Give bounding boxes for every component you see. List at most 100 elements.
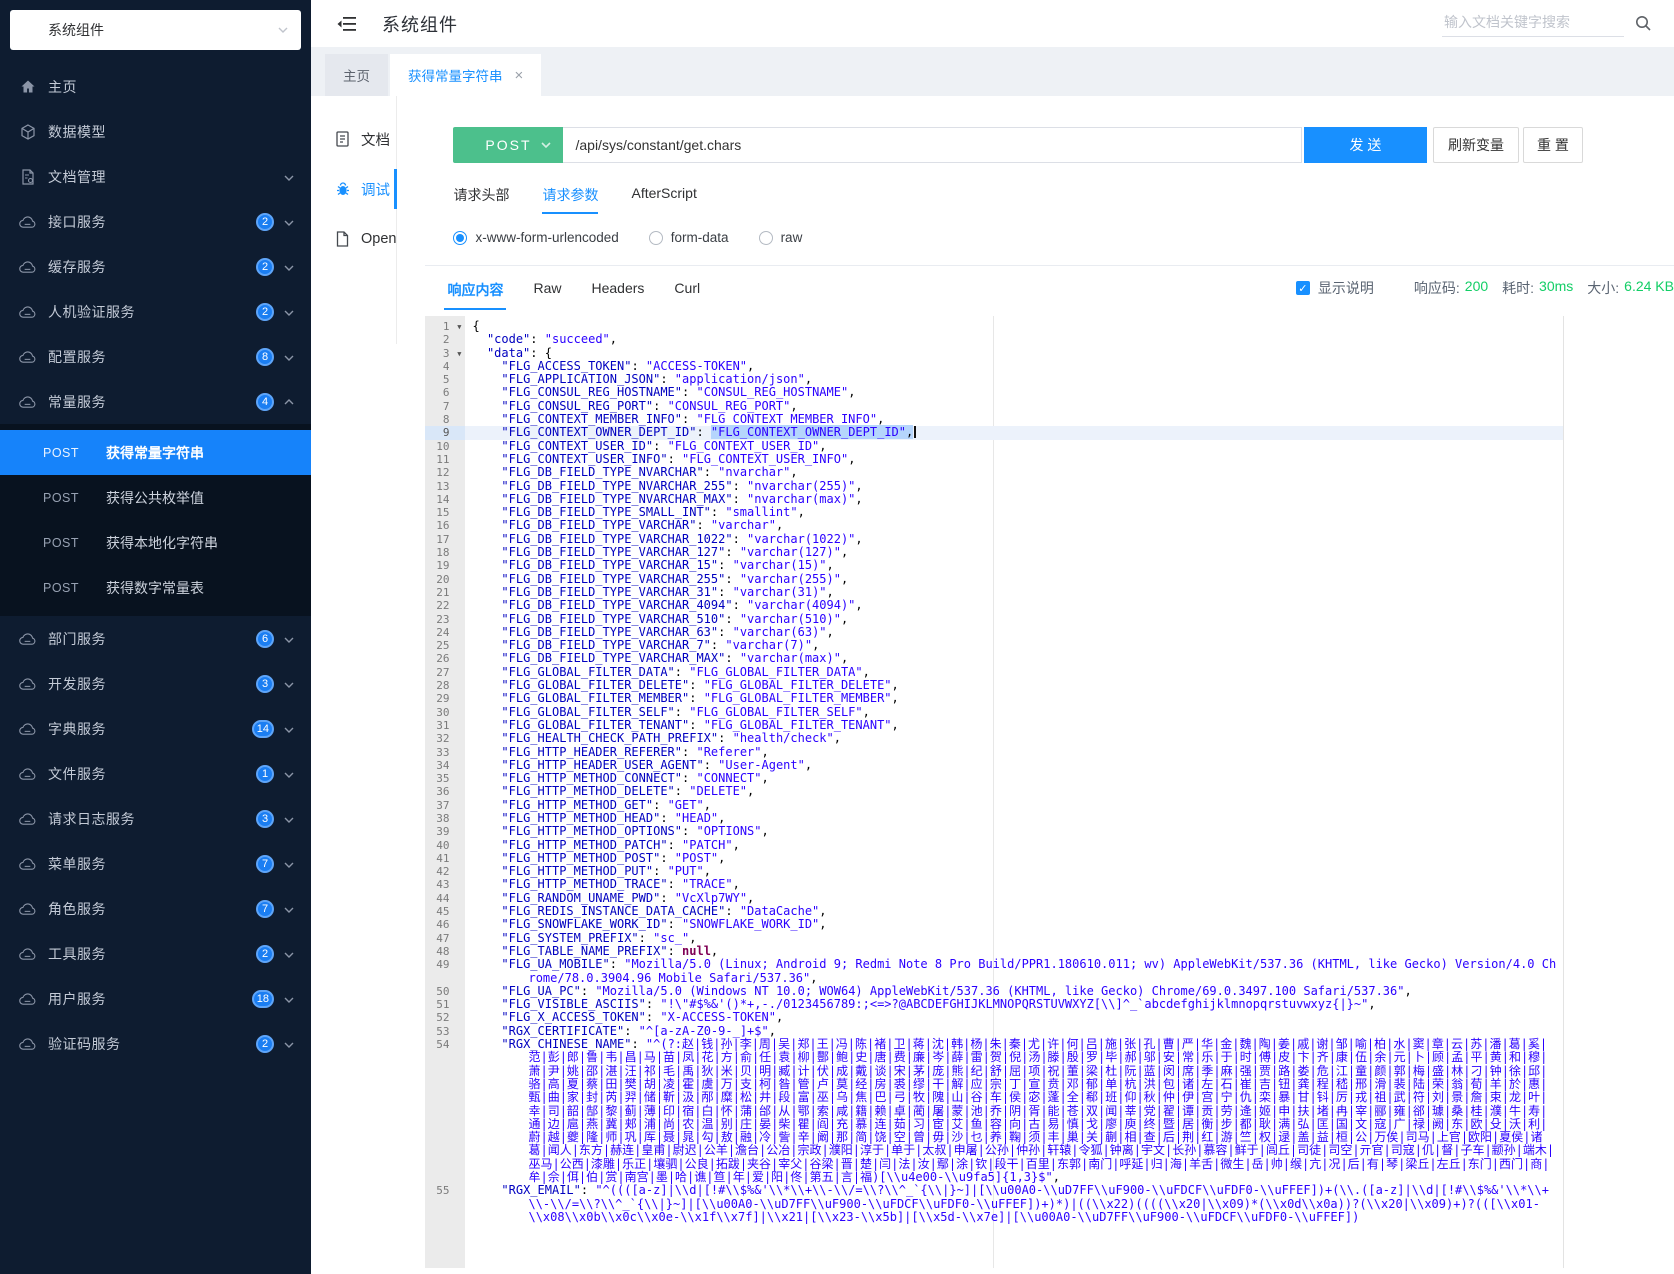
editor-line-text: "FLG_REDIS_INSTANCE_DATA_CACHE": "DataCa… (465, 905, 1563, 918)
count-badge: 18 (252, 990, 274, 1008)
doc-nav-item[interactable]: 调试 (311, 164, 396, 214)
editor-line: 13 "FLG_DB_FIELD_TYPE_NVARCHAR_255": "nv… (425, 480, 1563, 493)
sidebar-item[interactable]: 开发服务3 (0, 661, 311, 706)
request-tab[interactable]: 请求头部 (453, 185, 509, 214)
sidebar-item[interactable]: 常量服务4 (0, 379, 311, 424)
sidebar-subitem-label: 获得本地化字符串 (106, 533, 218, 553)
body-type-radio[interactable]: x-www-form-urlencoded (453, 230, 618, 245)
sidebar-menu: 主页数据模型文档管理接口服务2缓存服务2人机验证服务2配置服务8常量服务4 POS… (0, 64, 311, 1066)
sidebar-item[interactable]: 数据模型 (0, 109, 311, 154)
close-icon[interactable]: × (515, 68, 524, 83)
editor-line-text: "FLG_HTTP_METHOD_TRACE": "TRACE", (465, 878, 1563, 891)
refresh-vars-button[interactable]: 刷新变量 (1433, 127, 1519, 163)
editor-line: 37 "FLG_HTTP_METHOD_GET": "GET", (425, 799, 1563, 812)
sidebar-item[interactable]: 字典服务14 (0, 706, 311, 751)
body-type-radio[interactable]: raw (759, 230, 803, 245)
sidebar-subitem[interactable]: POST获得常量字符串 (0, 430, 311, 475)
response-tab[interactable]: Raw (533, 280, 561, 310)
editor-line: 54 "RGX_CHINESE_NAME": "^(?:赵|钱|孙|李|周|吴|… (425, 1038, 1563, 1184)
doc-nav-item[interactable]: Open (311, 214, 396, 264)
send-button[interactable]: 发 送 (1304, 127, 1427, 163)
count-badge: 14 (252, 720, 274, 738)
sidebar-item[interactable]: 主页 (0, 64, 311, 109)
sidebar-subitem[interactable]: POST获得本地化字符串 (0, 520, 311, 565)
sidebar-item[interactable]: 文件服务1 (0, 751, 311, 796)
home-icon (19, 78, 36, 95)
page-title: 系统组件 (382, 11, 458, 37)
editor-line: 4 "FLG_ACCESS_TOKEN": "ACCESS-TOKEN", (425, 360, 1563, 373)
cloud-icon (19, 945, 36, 962)
doc-nav-item[interactable]: 文档 (311, 114, 396, 164)
line-number: 37 (425, 799, 465, 812)
cloud-icon (19, 258, 36, 275)
sidebar-item[interactable]: 接口服务2 (0, 199, 311, 244)
editor-line-text: "code": "succeed", (465, 333, 1563, 346)
main-area: 系统组件 主页获得常量字符串× 文档调试Open POST (311, 0, 1674, 1274)
sidebar-item[interactable]: 工具服务2 (0, 931, 311, 976)
sidebar-item[interactable]: 验证码服务2 (0, 1021, 311, 1066)
chevron-down-icon (283, 1039, 295, 1051)
editor-line-text: "FLG_UA_PC": "Mozilla/5.0 (Windows NT 10… (465, 985, 1563, 998)
tab-item[interactable]: 获得常量字符串× (390, 54, 541, 96)
sidebar-item[interactable]: 缓存服务2 (0, 244, 311, 289)
line-number: 36 (425, 785, 465, 798)
editor-line-text: "FLG_HEALTH_CHECK_PATH_PREFIX": "health/… (465, 732, 1563, 745)
line-number: 55 (425, 1184, 465, 1224)
show-description-checkbox[interactable]: ✓ (1296, 281, 1310, 295)
editor-line: 27 "FLG_GLOBAL_FILTER_DATA": "FLG_GLOBAL… (425, 666, 1563, 679)
response-tab[interactable]: Curl (674, 280, 700, 310)
project-selector[interactable]: 系统组件 (10, 10, 301, 50)
sidebar-item[interactable]: 菜单服务7 (0, 841, 311, 886)
editor-line-text: "FLG_DB_FIELD_TYPE_VARCHAR_4094": "varch… (465, 599, 1563, 612)
reset-button[interactable]: 重 置 (1523, 127, 1583, 163)
doc-nav: 文档调试Open (311, 96, 397, 344)
search-icon[interactable] (1634, 14, 1652, 32)
search-input[interactable] (1442, 8, 1624, 37)
cloud-icon (19, 630, 36, 647)
sidebar-item[interactable]: 人机验证服务2 (0, 289, 311, 334)
chevron-down-icon (283, 814, 295, 826)
cloud-icon (19, 213, 36, 230)
editor-line: 26 "FLG_DB_FIELD_TYPE_VARCHAR_MAX": "var… (425, 652, 1563, 665)
line-number: 30 (425, 706, 465, 719)
sidebar-subitem[interactable]: POST获得数字常量表 (0, 565, 311, 610)
sidebar-item-label: 文件服务 (48, 764, 256, 784)
count-badge: 3 (256, 675, 274, 693)
editor-line-text: "FLG_HTTP_METHOD_PATCH": "PATCH", (465, 839, 1563, 852)
editor-line-text: "FLG_DB_FIELD_TYPE_VARCHAR_63": "varchar… (465, 626, 1563, 639)
sidebar-item[interactable]: 部门服务6 (0, 616, 311, 661)
meta-label: 响应码: (1414, 278, 1460, 298)
collapse-sidebar-icon[interactable] (336, 13, 358, 35)
editor-line: 24 "FLG_DB_FIELD_TYPE_VARCHAR_63": "varc… (425, 626, 1563, 639)
url-input[interactable] (563, 127, 1302, 163)
response-tab[interactable]: 响应内容 (447, 280, 503, 310)
editor-line-text: "FLG_GLOBAL_FILTER_TENANT": "FLG_GLOBAL_… (465, 719, 1563, 732)
count-badge: 2 (256, 258, 274, 276)
response-row: 响应内容RawHeadersCurl ✓ 显示说明 响应码:200耗时:30ms… (447, 276, 1674, 314)
sidebar-item[interactable]: 配置服务8 (0, 334, 311, 379)
editor-line-text: { (465, 320, 1563, 333)
sidebar-item[interactable]: 角色服务7 (0, 886, 311, 931)
cloud-icon (19, 303, 36, 320)
editor-line-text: "FLG_DB_FIELD_TYPE_NVARCHAR": "nvarchar"… (465, 466, 1563, 479)
meta-label: 耗时: (1502, 278, 1534, 298)
method-select[interactable]: POST (453, 127, 563, 163)
sidebar-item[interactable]: 文档管理 (0, 154, 311, 199)
request-tab[interactable]: AfterScript (631, 185, 696, 214)
cloud-icon (19, 675, 36, 692)
editor-line: 29 "FLG_GLOBAL_FILTER_MEMBER": "FLG_GLOB… (425, 692, 1563, 705)
sidebar-item[interactable]: 用户服务18 (0, 976, 311, 1021)
body-type-radio[interactable]: form-data (649, 230, 729, 245)
fold-icon[interactable]: ▼ (457, 321, 461, 334)
sidebar-item[interactable]: 请求日志服务3 (0, 796, 311, 841)
sidebar-subitem[interactable]: POST获得公共枚举值 (0, 475, 311, 520)
response-code-editor[interactable]: 1▼{2 "code": "succeed",3▼ "data": {4 "FL… (425, 316, 1564, 1268)
request-tab[interactable]: 请求参数 (542, 185, 598, 214)
response-tab[interactable]: Headers (592, 280, 645, 310)
editor-line: 1▼{ (425, 320, 1563, 333)
cloud-icon (19, 348, 36, 365)
tab-item[interactable]: 主页 (325, 54, 388, 96)
fold-icon[interactable]: ▼ (457, 348, 461, 361)
sidebar-item-label: 字典服务 (48, 719, 252, 739)
line-number: 35 (425, 772, 465, 785)
